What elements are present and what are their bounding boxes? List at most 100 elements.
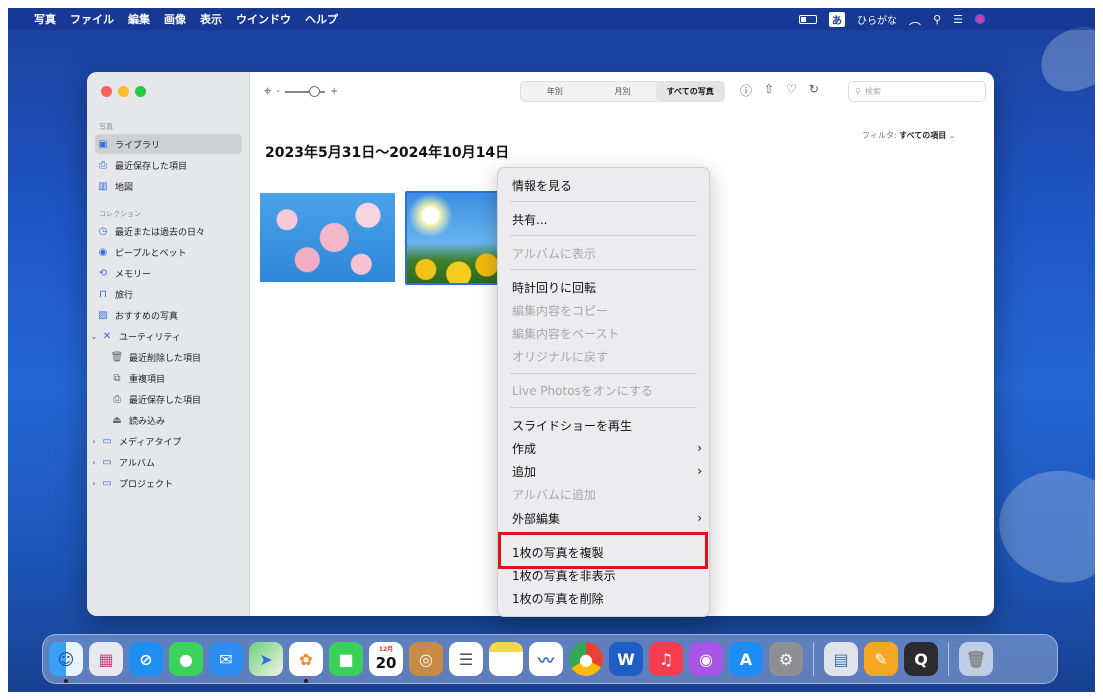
zoom-knob[interactable] xyxy=(308,85,320,97)
word-icon[interactable]: W xyxy=(609,642,643,676)
control-center-icon[interactable]: ☰ xyxy=(953,13,963,26)
sidebar-item-recent-saved[interactable]: ⎙ 最近保存した項目 xyxy=(95,155,242,175)
sidebar-item-duplicates[interactable]: ⧉ 重複項目 xyxy=(109,368,242,388)
photos-icon[interactable]: ✿ xyxy=(289,642,323,683)
sidebar-item-days[interactable]: ◷ 最近または過去の日々 xyxy=(95,221,242,241)
messages-icon[interactable]: ● xyxy=(169,642,203,676)
sidebar-item-label: 最近保存した項目 xyxy=(129,395,202,406)
menu-item-add[interactable]: 追加 › xyxy=(512,461,702,481)
zoom-fit-icon[interactable]: ⌖ xyxy=(264,84,271,99)
map-icon: ▥ xyxy=(98,180,108,192)
spotlight-icon[interactable]: ⚲ xyxy=(933,13,941,26)
launchpad-icon[interactable]: ▦ xyxy=(89,642,123,676)
menu-item-external-edit[interactable]: 外部編集 › xyxy=(512,508,702,528)
sidebar-item-label: アルバム xyxy=(119,458,155,469)
freeform-icon[interactable]: 〰 xyxy=(529,642,563,676)
menu-item-play-slideshow[interactable]: スライドショーを再生 xyxy=(512,415,702,435)
sidebar-item-projects[interactable]: › ▭ プロジェクト xyxy=(89,473,236,493)
input-method-label[interactable]: ひらがな xyxy=(857,12,897,27)
menu-item-rotate-clockwise[interactable]: 時計回りに回転 xyxy=(512,277,702,297)
menu-photos[interactable]: 写真 xyxy=(34,11,56,27)
chrome-icon[interactable]: ● xyxy=(569,642,603,676)
menu-item-get-info[interactable]: 情報を見る xyxy=(512,175,702,195)
search-field[interactable]: ⚲ 検索 xyxy=(848,81,986,102)
sidebar-item-label: 重複項目 xyxy=(129,374,166,385)
dock-divider xyxy=(948,642,949,676)
recent-saved-icon: ⎙ xyxy=(99,159,107,171)
sidebar-item-label: ライブラリ xyxy=(115,140,161,151)
contacts-icon[interactable]: ◎ xyxy=(409,642,443,676)
sidebar-item-library[interactable]: ▣ ライブラリ xyxy=(95,134,242,154)
chevron-right-icon: › xyxy=(697,511,702,525)
zoom-slider[interactable]: ⌖ - + xyxy=(264,84,338,99)
reminders-icon[interactable]: ☰ xyxy=(449,642,483,676)
sidebar-item-utilities[interactable]: ⌄ ✕ ユーティリティ xyxy=(89,326,236,346)
info-icon[interactable]: ⓘ xyxy=(740,82,752,99)
finder-icon[interactable]: ☺ xyxy=(49,642,83,683)
music-icon[interactable]: ♫ xyxy=(649,642,683,676)
chevron-right-icon[interactable]: › xyxy=(89,458,99,467)
share-icon[interactable]: ⇧ xyxy=(764,82,774,99)
sidebar-item-map[interactable]: ▥ 地図 xyxy=(95,176,242,196)
menu-item-delete-photo[interactable]: 1枚の写真を削除 xyxy=(512,588,702,608)
sidebar-item-memories[interactable]: ⟲ メモリー xyxy=(95,263,242,283)
favorite-heart-icon[interactable]: ♡ xyxy=(786,82,797,99)
menu-file[interactable]: ファイル xyxy=(70,11,114,27)
zoom-track[interactable] xyxy=(284,85,325,97)
input-method-badge[interactable]: あ xyxy=(829,11,846,27)
chevron-right-icon[interactable]: › xyxy=(89,479,99,488)
person-icon: ◉ xyxy=(98,246,108,258)
zoom-button[interactable] xyxy=(135,86,146,97)
sidebar-item-albums[interactable]: › ▭ アルバム xyxy=(89,452,236,472)
menu-window[interactable]: ウインドウ xyxy=(236,11,291,27)
calendar-icon[interactable]: 12月 20 xyxy=(369,642,403,676)
preview-icon[interactable]: ▤ xyxy=(824,642,858,676)
menu-edit[interactable]: 編集 xyxy=(128,11,150,27)
tab-all-photos[interactable]: すべての写真 xyxy=(656,82,725,101)
menu-help[interactable]: ヘルプ xyxy=(305,11,338,27)
trash-icon[interactable]: 🗑 xyxy=(959,642,993,676)
safari-icon[interactable]: ⊘ xyxy=(129,642,163,676)
featured-icon: ▨ xyxy=(98,309,108,321)
sidebar-item-label: 最近削除した項目 xyxy=(129,353,202,364)
siri-icon[interactable] xyxy=(975,14,985,24)
sidebar-item-featured[interactable]: ▨ おすすめの写真 xyxy=(95,305,242,325)
sidebar-item-trips[interactable]: ⊓ 旅行 xyxy=(95,284,242,304)
filter-menu[interactable]: フィルタ: すべての項目 ⌄ xyxy=(862,130,955,141)
minimize-button[interactable] xyxy=(118,86,129,97)
maps-icon[interactable]: ➤ xyxy=(249,642,283,676)
tab-years[interactable]: 年別 xyxy=(521,82,589,101)
photo-thumbnail-cherry-blossom[interactable] xyxy=(260,193,395,282)
rotate-icon[interactable]: ↻ xyxy=(809,82,819,99)
menu-item-create[interactable]: 作成 › xyxy=(512,438,702,458)
memories-icon: ⟲ xyxy=(98,267,108,279)
appstore-icon[interactable]: A xyxy=(729,642,763,676)
sidebar-item-recently-deleted[interactable]: 🗑 最近削除した項目 xyxy=(109,347,242,367)
battery-icon[interactable] xyxy=(799,14,818,24)
close-button[interactable] xyxy=(101,86,112,97)
facetime-icon[interactable]: ■ xyxy=(329,642,363,676)
mail-icon[interactable]: ✉ xyxy=(209,642,243,676)
menu-image[interactable]: 画像 xyxy=(164,11,186,27)
chevron-right-icon[interactable]: › xyxy=(89,437,99,446)
tab-months[interactable]: 月別 xyxy=(589,82,657,101)
menu-view[interactable]: 表示 xyxy=(200,11,222,27)
notes-icon[interactable] xyxy=(489,642,523,676)
menu-item-label: 編集内容をペースト xyxy=(512,326,620,341)
chevron-down-icon[interactable]: ⌄ xyxy=(89,332,99,341)
dolphin-silhouette xyxy=(1031,19,1103,101)
podcasts-icon[interactable]: ◉ xyxy=(689,642,723,676)
photo-thumbnail-sunflowers[interactable] xyxy=(405,191,503,285)
settings-icon[interactable]: ⚙ xyxy=(769,642,803,676)
menu-separator xyxy=(510,407,697,408)
quicktime-icon[interactable]: Q xyxy=(904,642,938,676)
sidebar-item-media-types[interactable]: › ▭ メディアタイプ xyxy=(89,431,236,451)
sidebar-item-recent-saved-2[interactable]: ⎙ 最近保存した項目 xyxy=(109,389,242,409)
menu-item-share[interactable]: 共有... xyxy=(512,209,702,229)
wifi-icon[interactable]: ︵ xyxy=(909,11,921,28)
sidebar-item-imports[interactable]: ⏏ 読み込み xyxy=(109,410,242,430)
pages-icon[interactable]: ✎ xyxy=(864,642,898,676)
filter-value: すべての項目 xyxy=(899,131,947,140)
sidebar-item-people[interactable]: ◉ ピープルとペット xyxy=(95,242,242,262)
sidebar-section-photos: 写真 xyxy=(99,123,113,131)
